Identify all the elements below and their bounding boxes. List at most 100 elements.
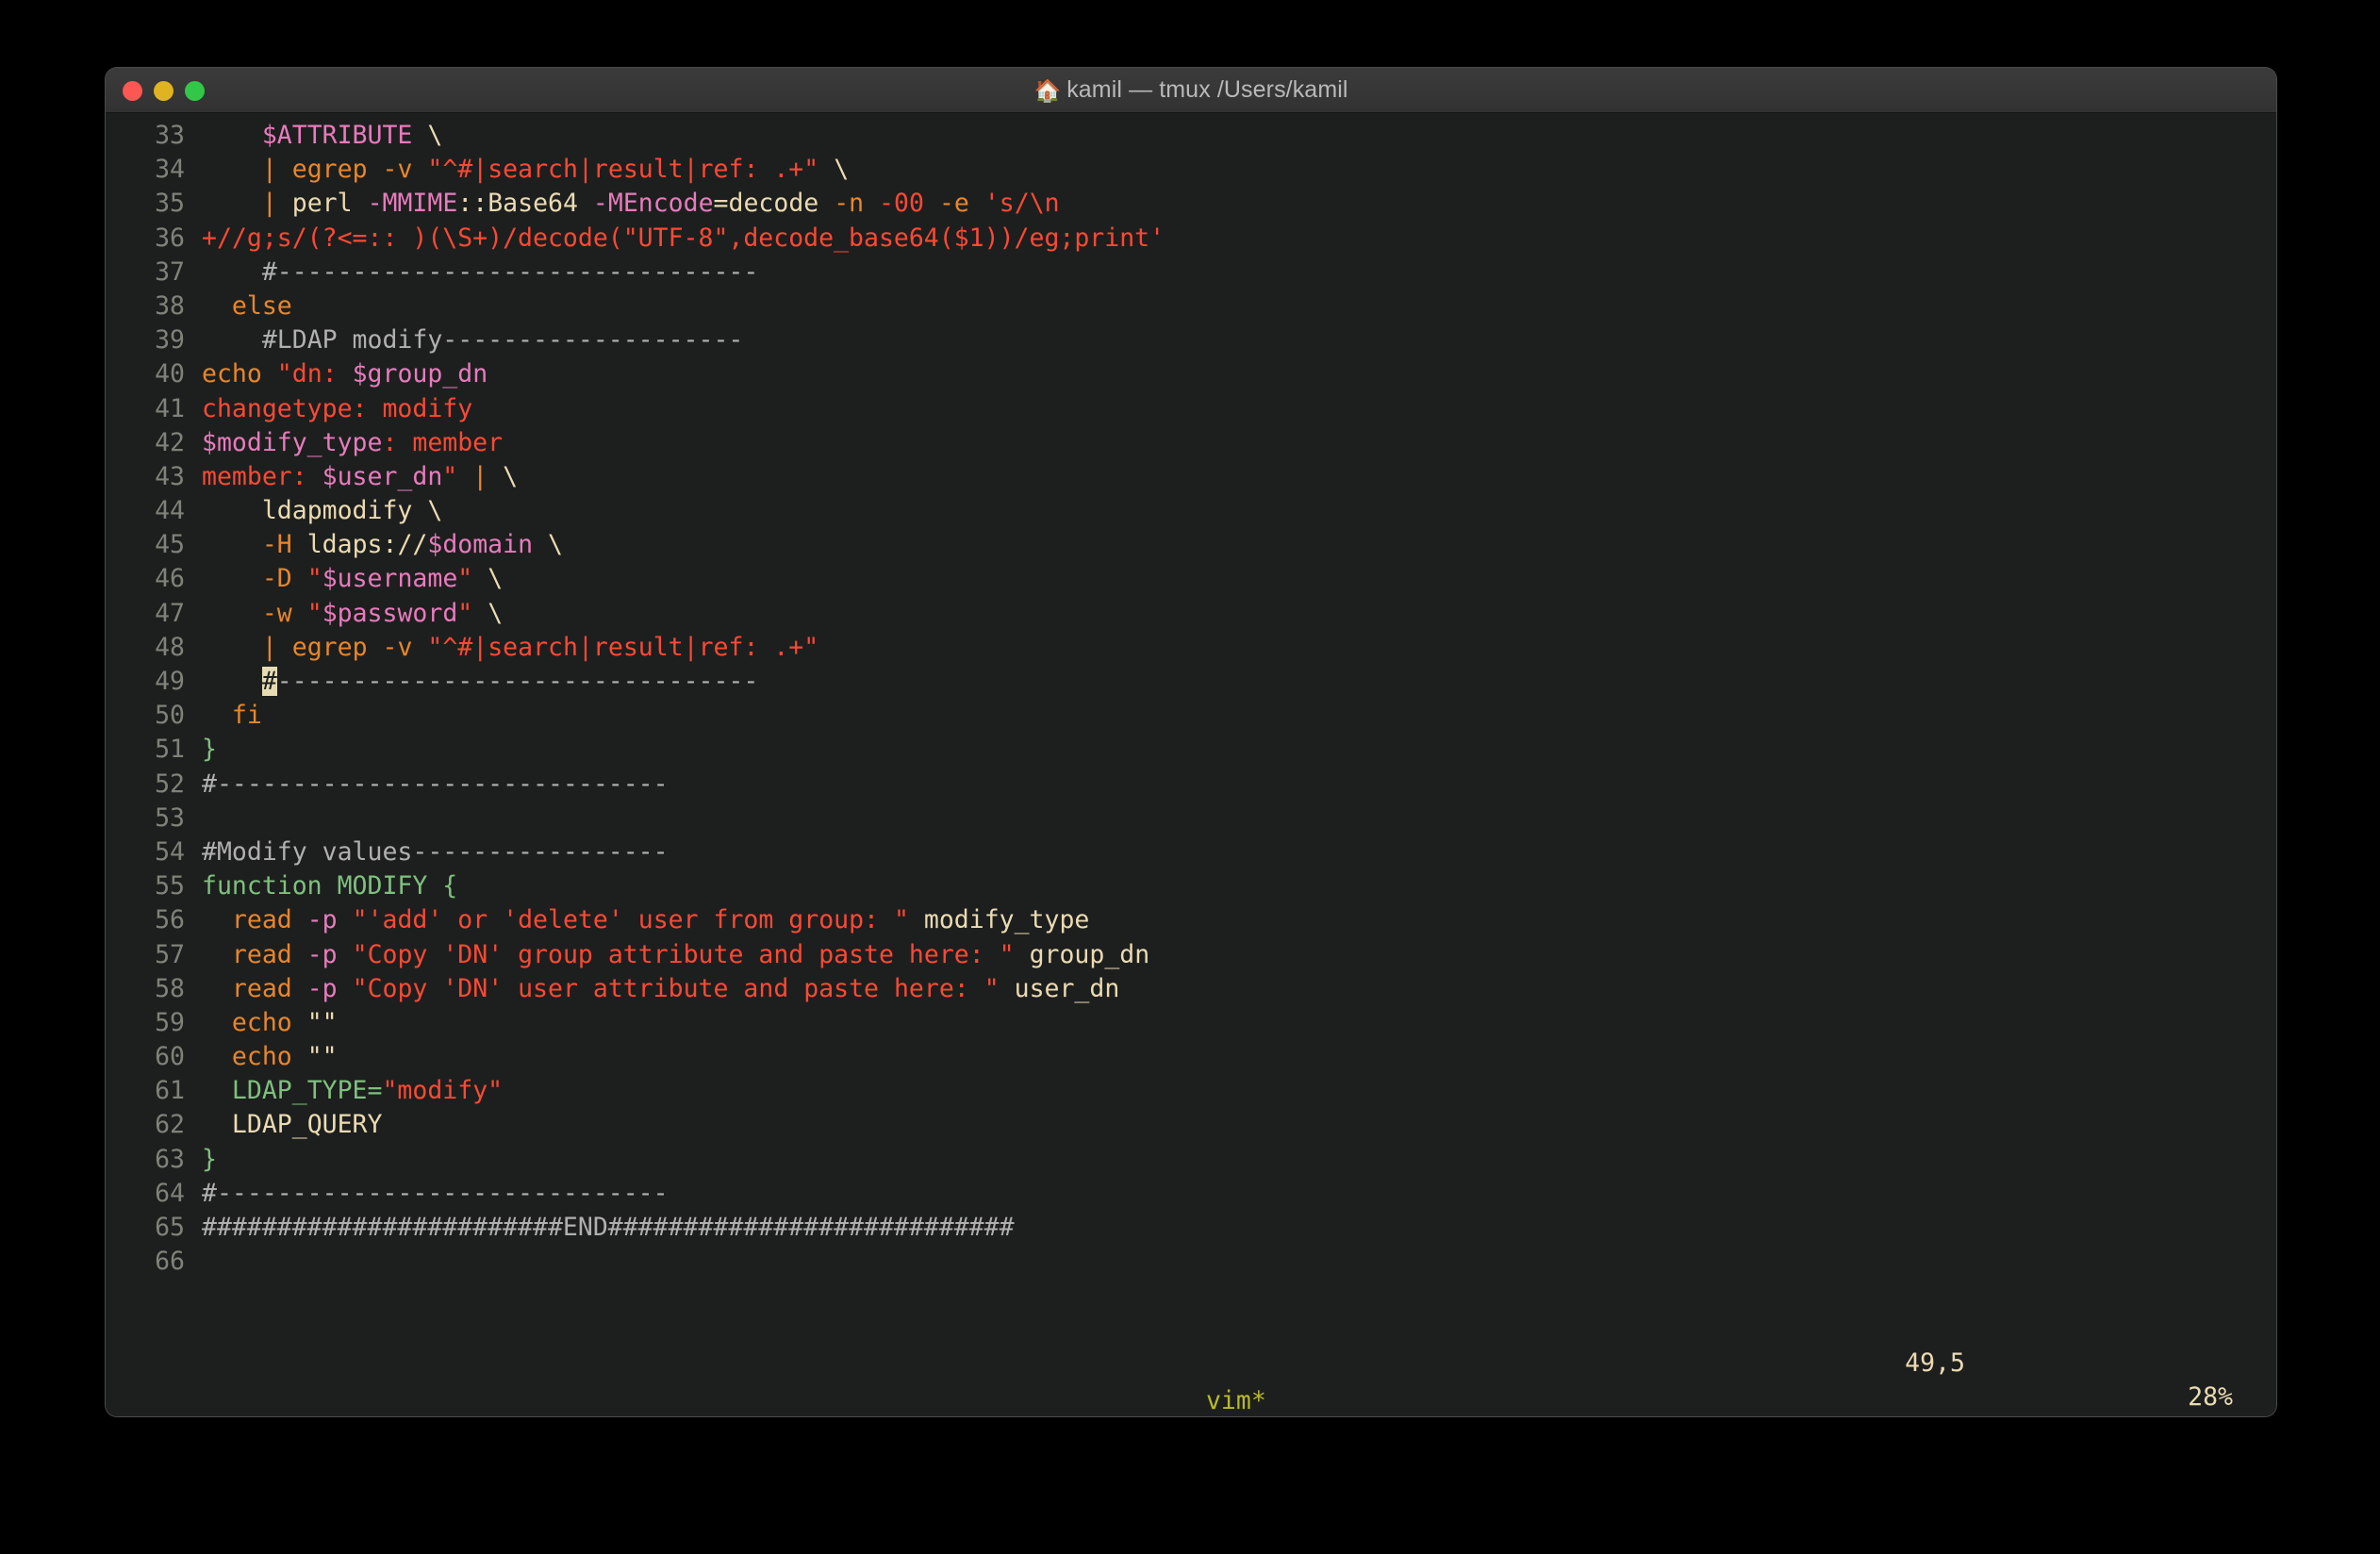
line-number: 60: [155, 1042, 185, 1072]
code-token: egrep: [291, 155, 368, 185]
code-line[interactable]: 45 -H ldaps://$domain \: [106, 528, 2276, 562]
code-token: -p: [306, 905, 338, 935]
code-line[interactable]: 57 read -p "Copy 'DN' group attribute an…: [106, 938, 2276, 972]
code-line[interactable]: 37 #--------------------------------: [106, 256, 2276, 289]
terminal-window: 🏠 kamil — tmux /Users/kamil 33 $ATTRIBUTE…: [106, 68, 2276, 1416]
close-button[interactable]: [123, 80, 142, 101]
code-token: ldapmodify \: [261, 496, 443, 526]
code-line[interactable]: 49 #--------------------------------: [106, 665, 2276, 699]
terminal-content[interactable]: 33 $ATTRIBUTE \ 34 | egrep -v "^#|search|…: [106, 113, 2276, 1416]
code-line[interactable]: 59 echo "": [106, 1006, 2276, 1040]
code-token: #--------------------------------: [261, 256, 759, 287]
code-line[interactable]: 34 | egrep -v "^#|search|result|ref: .+"…: [106, 153, 2276, 187]
code-token: -v: [382, 632, 413, 662]
code-token: =decode: [713, 189, 819, 219]
code-token: -MEncode: [592, 189, 714, 219]
line-number: 50: [155, 701, 185, 731]
line-number: 58: [155, 973, 185, 1003]
code-token: $domain: [427, 530, 534, 560]
window-titlebar[interactable]: 🏠 kamil — tmux /Users/kamil: [106, 68, 2276, 113]
code-line[interactable]: 33 $ATTRIBUTE \: [106, 119, 2276, 153]
code-line[interactable]: 40 echo "dn: $group_dn: [106, 357, 2276, 391]
code-token: 's/\n: [983, 189, 1060, 219]
line-number: 52: [155, 769, 185, 799]
code-line[interactable]: 36 +//g;s/(?<=:: )(\S+)/decode("UTF-8",de…: [106, 222, 2276, 256]
code-token: \: [533, 530, 563, 560]
code-line[interactable]: 66: [106, 1245, 2276, 1279]
code-line[interactable]: 48 | egrep -v "^#|search|result|ref: .+": [106, 631, 2276, 665]
code-token: ": [442, 461, 458, 491]
code-line[interactable]: 44 ldapmodify \: [106, 494, 2276, 528]
code-line[interactable]: 42 $modify_type: member: [106, 426, 2276, 460]
code-line[interactable]: 43 member: $user_dn" | \: [106, 460, 2276, 494]
code-token: -w: [261, 598, 292, 628]
code-line[interactable]: 47 -w "$password" \: [106, 597, 2276, 631]
code-token: -p: [306, 973, 338, 1003]
code-line[interactable]: 46 -D "$username" \: [106, 562, 2276, 596]
code-line[interactable]: 54 #Modify values-----------------: [106, 835, 2276, 869]
tmux-statusline[interactable]: vim*: [106, 1350, 2276, 1415]
code-token: "^#|search|result|ref: .+": [427, 155, 819, 185]
code-token: +//g;s/(?<=:: )(\S+)/decode("UTF-8",deco…: [202, 223, 1165, 253]
code-token: "'add' or 'delete' user from group: ": [352, 905, 909, 935]
code-token: echo: [231, 1007, 292, 1037]
line-number: 35: [155, 189, 185, 219]
code-token: read: [231, 973, 292, 1003]
code-line[interactable]: 41 changetype: modify: [106, 392, 2276, 426]
code-line[interactable]: 52 #------------------------------: [106, 768, 2276, 802]
maximize-button[interactable]: [185, 80, 205, 101]
tmux-window-label[interactable]: vim*: [1206, 1386, 1266, 1415]
line-number: 37: [155, 256, 185, 287]
code-token: $modify_type: [202, 427, 383, 457]
code-line[interactable]: 61 LDAP_TYPE="modify": [106, 1074, 2276, 1108]
code-line[interactable]: 39 #LDAP modify--------------------: [106, 323, 2276, 357]
code-line[interactable]: 53: [106, 802, 2276, 835]
code-token: |: [261, 155, 277, 185]
code-line[interactable]: 65 ########################END###########…: [106, 1211, 2276, 1245]
line-number: 47: [155, 598, 185, 628]
line-number: 53: [155, 802, 185, 833]
code-token: $ATTRIBUTE: [261, 121, 413, 150]
code-token: \: [472, 598, 504, 628]
code-line[interactable]: 60 echo "": [106, 1040, 2276, 1074]
code-line[interactable]: 35 | perl -MMIME::Base64 -MEncode=decode…: [106, 187, 2276, 221]
code-line[interactable]: 56 read -p "'add' or 'delete' user from …: [106, 903, 2276, 937]
code-token: -v: [382, 155, 413, 185]
code-line[interactable]: 50 fi: [106, 699, 2276, 733]
code-line[interactable]: 63}: [106, 1143, 2276, 1177]
code-line[interactable]: 51}: [106, 733, 2276, 767]
code-token: "dn:: [276, 359, 353, 389]
minimize-button[interactable]: [154, 80, 174, 101]
line-number: 39: [155, 325, 185, 355]
code-token: -00: [879, 189, 924, 219]
code-line[interactable]: 64 #------------------------------: [106, 1177, 2276, 1211]
vim-buffer[interactable]: 33 $ATTRIBUTE \ 34 | egrep -v "^#|search|…: [106, 119, 2276, 1279]
code-token: read: [231, 939, 292, 969]
code-token: #LDAP modify--------------------: [261, 325, 744, 355]
code-token: : member: [382, 427, 504, 457]
line-number: 63: [155, 1144, 185, 1174]
code-line[interactable]: 62 LDAP_QUERY: [106, 1108, 2276, 1142]
code-token: }: [202, 735, 217, 765]
line-number: 40: [155, 359, 185, 389]
code-token: -p: [306, 939, 338, 969]
code-token: \: [503, 461, 519, 491]
code-line[interactable]: 58 read -p "Copy 'DN' user attribute and…: [106, 972, 2276, 1006]
code-token: ": [306, 598, 322, 628]
code-line[interactable]: 38 else: [106, 289, 2276, 323]
code-line[interactable]: 55 function MODIFY {: [106, 869, 2276, 903]
